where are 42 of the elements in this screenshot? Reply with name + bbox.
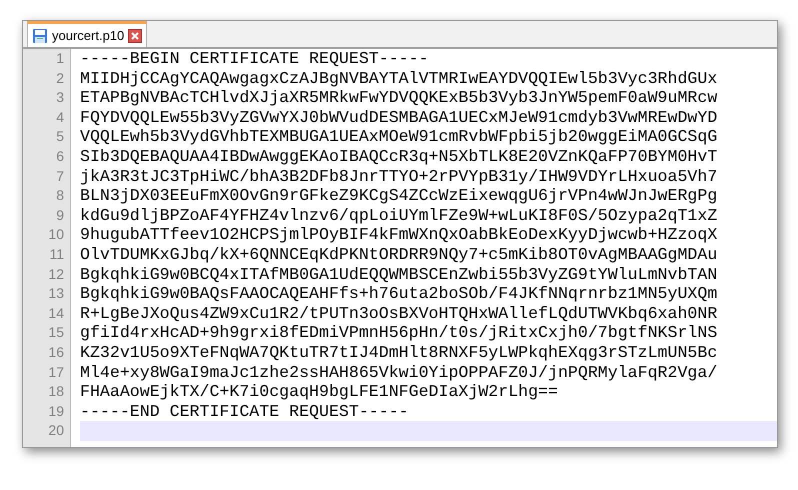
file-tab[interactable]: yourcert.p10 xyxy=(27,21,148,47)
line-number: 15 xyxy=(47,323,65,342)
line-number: 12 xyxy=(47,264,65,284)
code-line: BLN3jDX03EEuFmX0OvGn9rGFkeZ9KCgS4ZCcWzEixewqgU6jrVPn4wWJnJwERgPg xyxy=(80,186,718,206)
code-line: kdGu9dljBPZoAF4YFHZ4vlnzv6/qpLoiUYmlFZe9W+wLuKI8F0S/5Ozypa2qT1xZ xyxy=(80,206,718,226)
line-number: 14 xyxy=(47,304,65,323)
line-number: 13 xyxy=(47,284,65,304)
code-line: KZ32v1U5o9XTeFNqWA7QKtuTR7tIJ4DmHlt8RNXF5yLWPkqhEXqg3rSTzLmUN5Bc xyxy=(80,342,718,362)
line-number: 9 xyxy=(55,206,65,225)
code-line: SIb3DQEBAQUAA4IBDwAwggEKAoIBAQCcR3q+N5XbTLK8E20VZnKQaFP70BYM0HvT xyxy=(80,146,718,167)
line-number: 4 xyxy=(55,108,65,127)
line-number: 16 xyxy=(47,342,65,362)
save-icon xyxy=(32,28,48,44)
line-number: 5 xyxy=(55,127,65,146)
code-line: jkA3R3tJC3TpHiWC/bhA3B2DFb8JnrTTYO+2rPVYpB31y/IHW9VDYrLHxuoa5Vh7 xyxy=(80,166,718,186)
line-number: 18 xyxy=(47,382,65,402)
line-number: 6 xyxy=(55,146,65,166)
code-line: FQYDVQQLEw55b3VyZGVwYXJ0bWVudDESMBAGA1UECxMJeW91cmdyb3VwMREwDwYD xyxy=(80,108,718,128)
code-line: -----BEGIN CERTIFICATE REQUEST----- xyxy=(80,49,430,69)
line-number: 3 xyxy=(55,88,65,108)
code-line: -----END CERTIFICATE REQUEST----- xyxy=(80,402,410,422)
code-line: FHAaAowEjkTX/C+K7i0cgaqH9bgLFE1NFGeDIaXjW2rLhg== xyxy=(80,382,559,402)
close-icon[interactable] xyxy=(128,28,142,42)
code-line: R+LgBeJXoQus4ZW9xCu1R2/tPUTn3oOsBXVoHTQHxWAllefLQdUTWVKbq6xah0NR xyxy=(80,304,718,324)
code-line: BgkqhkiG9w0BAQsFAAOCAQEAHFfs+h76uta2boSOb/F4JKfNNqrnrbz1MN5yUXQm xyxy=(80,284,718,304)
line-number: 2 xyxy=(55,68,65,88)
line-number: 17 xyxy=(47,362,65,382)
line-number: 11 xyxy=(48,244,65,264)
line-number: 7 xyxy=(55,166,65,186)
line-number: 8 xyxy=(55,186,65,206)
line-number: 10 xyxy=(47,225,65,244)
code-line: BgkqhkiG9w0BCQ4xITAfMB0GA1UdEQQWMBSCEnZwbi55b3VyZG9tYWluLmNvbTAN xyxy=(80,264,718,284)
line-number: 1 xyxy=(55,49,65,68)
code-line: OlvTDUMKxGJbq/kX+6QNNCEqKdPKNtORDRR9NQy7+c5mKib8OT0vAgMBAAGgMDAu xyxy=(80,244,718,265)
code-line: VQQLEwh5b3VydGVhbTEXMBUGA1UEAxMOeW91cmRvbWFpbi5jb20wggEiMA0GCSqG xyxy=(80,127,718,147)
code-line: MIIDHjCCAgYCAQAwgagxCzAJBgNVBAYTAlVTMRIwEAYDVQQIEwl5b3Vyc3RhdGUx xyxy=(80,68,718,88)
code-line: gfiId4rxHcAD+9h9grxi8fEDmiVPmnH56pHn/t0s/jRitxCxjh0/7bgtfNKSrlNS xyxy=(80,323,718,343)
line-number: 19 xyxy=(47,402,65,421)
code-line: ETAPBgNVBAcTCHlvdXJjaXR5MRkwFwYDVQQKExB5b3Vyb3JnYW5pemF0aW9uMRcw xyxy=(80,88,718,108)
line-number: 20 xyxy=(47,421,65,440)
code-line: Ml4e+xy8WGaI9maJc1zhe2ssHAH865Vkwi0YipOPPAFZ0J/jnPQRMylaFqR2Vga/ xyxy=(80,362,718,382)
code-line: 9hugubATTfeev1O2HCPSjmlPOyBIF4kFmWXnQxOabBkEoDexKyyDjwcwb+HZzoqX xyxy=(80,225,718,245)
